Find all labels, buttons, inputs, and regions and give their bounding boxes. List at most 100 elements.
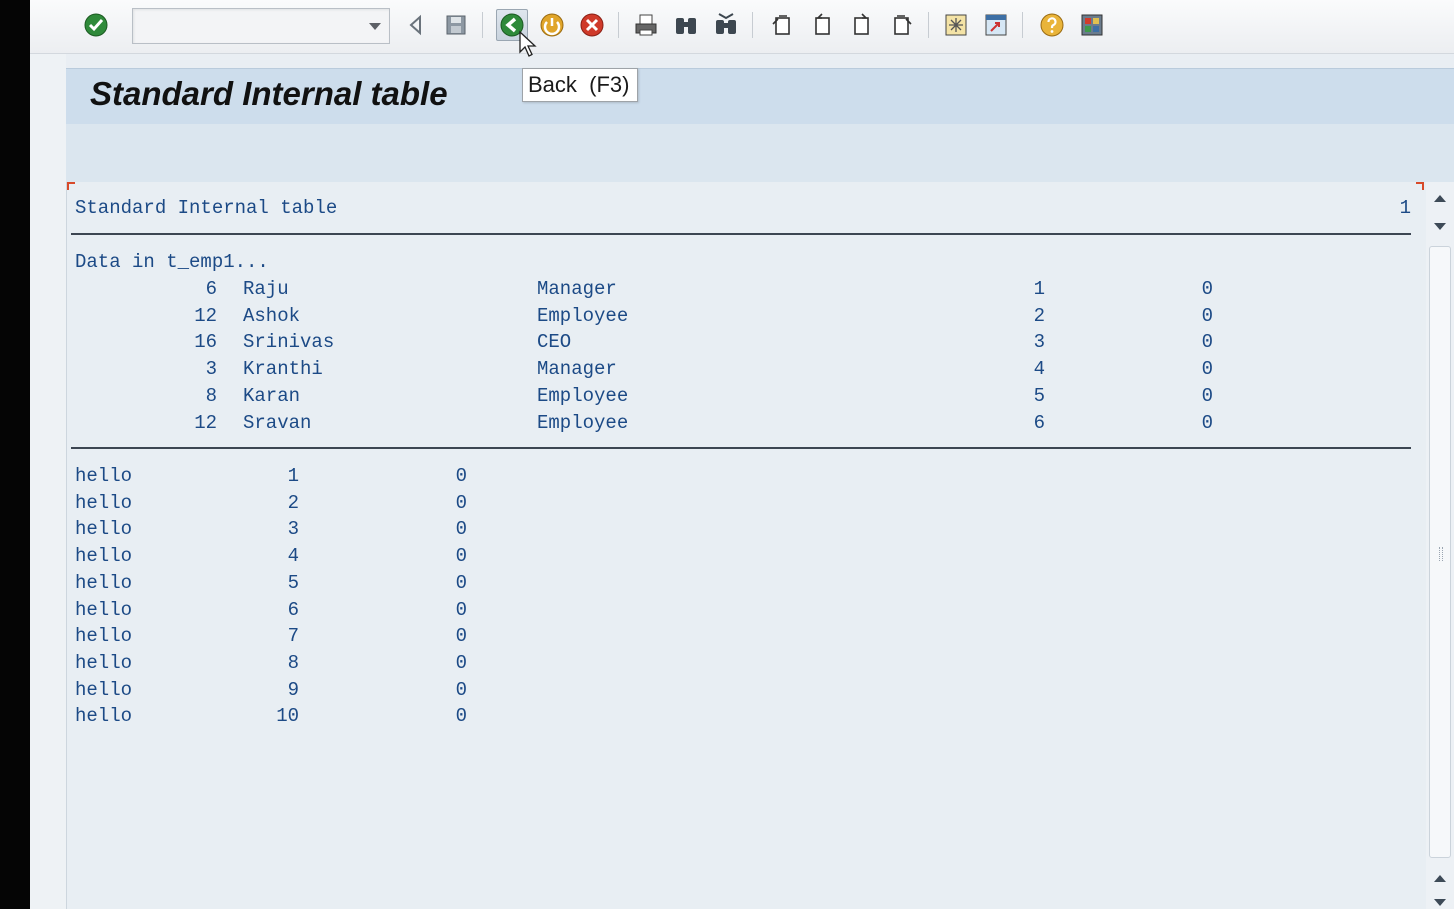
hello-row-zero: 0 [455,705,467,728]
hello-row-zero: 0 [455,491,467,514]
cancel-icon[interactable] [576,9,608,41]
hello-row-num: 2 [287,491,299,514]
corner-marker [1416,182,1424,190]
employee-id: 16 [194,331,217,354]
employee-name: Raju [243,278,289,300]
employee-val: 0 [1201,411,1213,434]
customize-layout-icon[interactable] [1076,9,1108,41]
scroll-down-icon[interactable] [1432,894,1448,909]
previous-page-icon[interactable] [806,9,838,41]
title-bar: Standard Internal table [66,68,1454,124]
intro-text: Data in t_emp1... [75,251,269,273]
employee-seq: 6 [1033,411,1045,434]
hello-row-text: hello [75,651,133,674]
list-heading: Standard Internal table [75,197,338,219]
employee-val: 0 [1201,384,1213,407]
employee-val: 0 [1201,304,1213,327]
exit-icon[interactable] [536,9,568,41]
hello-row-num: 7 [287,625,299,648]
window-edge [0,0,30,909]
hello-row-num: 4 [287,545,299,568]
employee-role: Manager [537,278,617,300]
hello-row-zero: 0 [455,625,467,648]
employee-name: Karan [243,384,301,407]
hello-row-zero: 0 [455,598,467,621]
find-icon[interactable] [670,9,702,41]
collapse-arrow-icon[interactable] [400,9,432,41]
hello-row-text: hello [75,491,133,514]
back-tooltip: Back (F3) [522,68,638,102]
hello-row-text: hello [75,465,133,487]
help-icon[interactable] [1036,9,1068,41]
command-field[interactable] [132,8,390,44]
list-output: Standard Internal table 1 Data in t_emp1… [66,182,1426,909]
employee-name: Srinivas [243,331,335,354]
scroll-down-icon[interactable] [1432,218,1448,234]
save-icon[interactable] [440,9,472,41]
first-page-icon[interactable] [766,9,798,41]
hello-row-text: hello [75,571,133,594]
system-toolbar [30,0,1454,54]
print-icon[interactable] [630,9,662,41]
employee-seq: 1 [1033,278,1045,300]
employee-val: 0 [1201,358,1213,381]
employee-role: Manager [537,358,617,381]
page-title: Standard Internal table [90,75,448,112]
section-divider [71,447,1411,449]
employee-id: 6 [205,278,217,300]
chevron-down-icon[interactable] [369,23,381,30]
hello-row-zero: 0 [455,545,467,568]
heading-divider [71,233,1411,235]
vertical-scrollbar[interactable] [1426,182,1454,909]
next-page-icon[interactable] [846,9,878,41]
enter-checkmark-icon[interactable] [80,9,112,41]
application-toolbar [66,124,1454,182]
hello-row-num: 5 [287,571,299,594]
employee-val: 0 [1201,331,1213,354]
employee-role: Employee [537,384,629,407]
hello-row-zero: 0 [455,651,467,674]
hello-row-num: 3 [287,518,299,541]
hello-row-num: 1 [287,465,299,487]
hello-row-text: hello [75,705,133,728]
shortcut-icon[interactable] [980,9,1012,41]
mouse-cursor-icon [519,30,537,57]
scroll-up-icon[interactable] [1432,870,1448,886]
employee-id: 12 [194,411,217,434]
employee-role: CEO [537,331,572,354]
hello-row-text: hello [75,598,133,621]
create-session-icon[interactable] [940,9,972,41]
employee-name: Kranthi [243,358,323,381]
hello-row-text: hello [75,678,133,701]
employee-id: 12 [194,304,217,327]
employee-val: 0 [1201,278,1213,300]
page-number: 1 [1399,197,1411,219]
shell-margin [30,54,66,909]
hello-row-text: hello [75,545,133,568]
employee-name: Sravan [243,411,312,434]
hello-row-num: 6 [287,598,299,621]
employee-id: 3 [205,358,217,381]
employee-role: Employee [537,411,629,434]
hello-row-zero: 0 [455,571,467,594]
hello-row-zero: 0 [455,678,467,701]
employee-seq: 5 [1033,384,1045,407]
employee-seq: 2 [1033,304,1045,327]
hello-row-num: 9 [287,678,299,701]
hello-row-text: hello [75,518,133,541]
employee-role: Employee [537,304,629,327]
employee-seq: 4 [1033,358,1045,381]
last-page-icon[interactable] [886,9,918,41]
grip-icon [1439,547,1443,561]
corner-marker [67,182,75,190]
scroll-up-icon[interactable] [1432,190,1448,206]
employee-id: 8 [205,384,217,407]
hello-row-text: hello [75,625,133,648]
hello-row-num: 10 [276,705,299,728]
hello-row-num: 8 [287,651,299,674]
hello-row-zero: 0 [455,518,467,541]
find-next-icon[interactable] [710,9,742,41]
scroll-thumb[interactable] [1429,246,1451,858]
hello-row-zero: 0 [455,465,467,487]
employee-seq: 3 [1033,331,1045,354]
